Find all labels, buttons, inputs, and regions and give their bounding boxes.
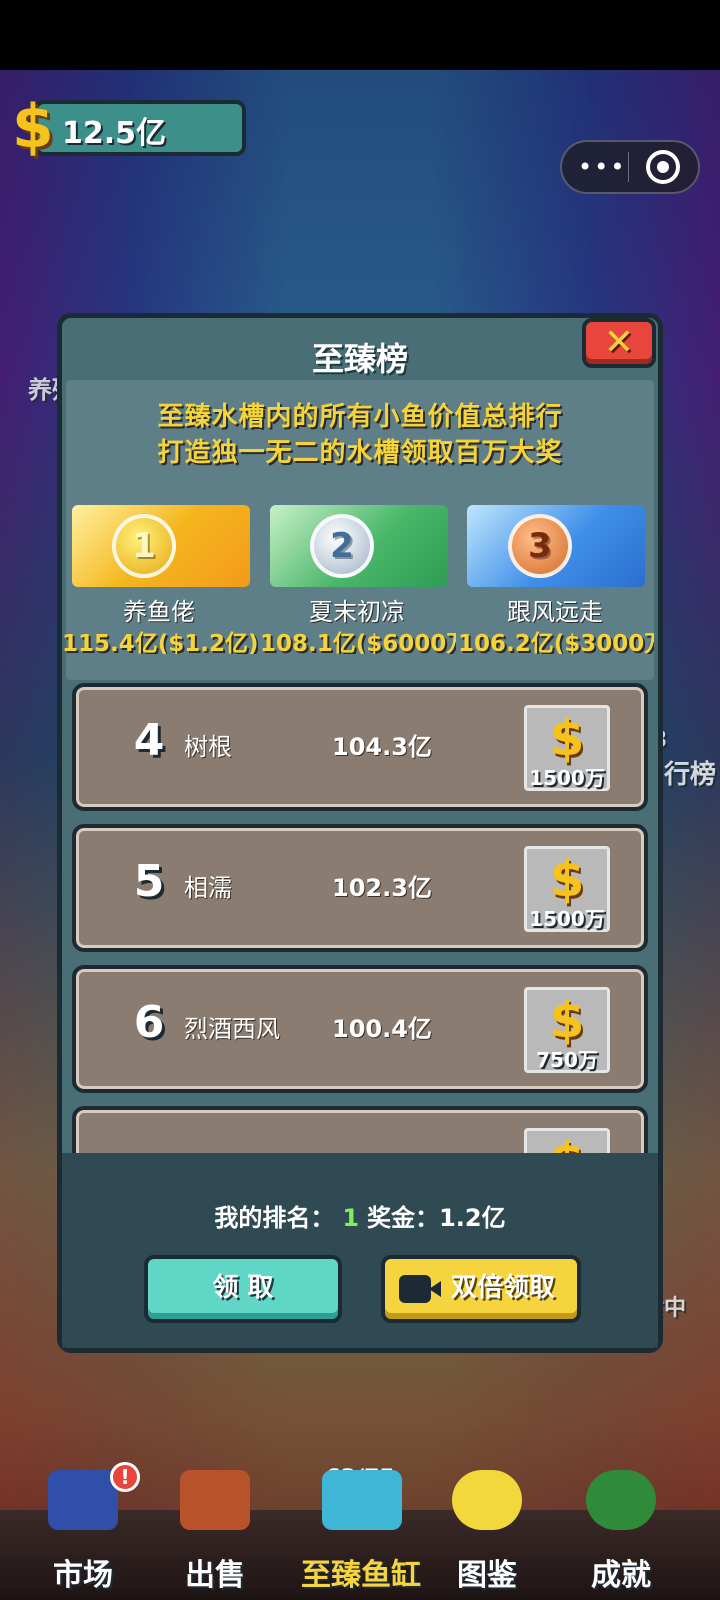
silver-medal-icon: 2: [310, 514, 374, 578]
reward-amount: 750万: [536, 1048, 598, 1072]
more-options-icon[interactable]: •••: [578, 150, 624, 184]
rank-2-name: 夏末初凉: [309, 598, 405, 626]
rank-3-value: 106.2亿($3000万): [458, 631, 654, 654]
row-value: 100.4亿: [332, 1015, 432, 1043]
treasure-chest-icon: [180, 1470, 250, 1530]
exit-miniprogram-icon[interactable]: [646, 150, 680, 184]
panel-title: 至臻榜: [311, 340, 408, 378]
row-rank: 5: [133, 856, 165, 907]
nav-market[interactable]: 市场: [18, 1470, 148, 1600]
close-button[interactable]: ✕: [582, 318, 656, 368]
money-value: 12.5亿: [62, 116, 167, 151]
row-rank: 6: [133, 997, 165, 1048]
status-bar: [0, 0, 720, 70]
list-item: 4 树根 104.3亿 $ 1500万: [72, 683, 648, 811]
prize-label: 奖金：: [367, 1204, 440, 1232]
nav-sell[interactable]: 出售: [150, 1470, 280, 1600]
reward-amount: 1500万: [529, 766, 605, 790]
row-player-name: 树根: [184, 733, 232, 761]
bronze-medal-icon: 3: [508, 514, 572, 578]
claim-button[interactable]: 领 取: [144, 1255, 342, 1323]
list-item: 5 相濡 102.3亿 $ 1500万: [72, 824, 648, 952]
video-camera-icon: [399, 1275, 441, 1303]
gold-medal-icon: 1: [112, 514, 176, 578]
capsule-divider: [628, 152, 629, 182]
dollar-coin-icon: $: [549, 709, 585, 767]
subtitle-line-2: 打造独一无二的水槽领取百万大奖: [157, 438, 563, 468]
reward-box: $: [524, 1128, 610, 1153]
prize-value: 1.2亿: [439, 1204, 506, 1232]
nav-achievements[interactable]: 成就: [556, 1470, 686, 1600]
nav-encyclopedia-label: 图鉴: [457, 1558, 517, 1593]
close-icon: ✕: [603, 322, 635, 363]
double-claim-button[interactable]: 双倍领取: [381, 1255, 581, 1323]
dollar-coin-icon: $: [527, 1131, 607, 1153]
reward-box: $ 1500万: [524, 705, 610, 791]
nav-premium-tank-label: 至臻鱼缸: [301, 1558, 421, 1593]
reward-box: $ 1500万: [524, 846, 610, 932]
double-claim-label: 双倍领取: [450, 1273, 555, 1303]
list-item-partial: $: [72, 1106, 648, 1153]
reward-box: $ 750万: [524, 987, 610, 1073]
my-rank-line: 我的排名： 1 奖金：1.2亿: [62, 1198, 658, 1233]
alert-badge-icon: !: [110, 1462, 140, 1492]
nav-premium-tank[interactable]: 至臻鱼缸: [286, 1470, 436, 1600]
bg-right-label: 行榜: [664, 760, 717, 790]
nav-encyclopedia[interactable]: 图鉴: [422, 1470, 552, 1600]
rank-1-value: 115.4亿($1.2亿): [62, 631, 258, 654]
nav-sell-label: 出售: [185, 1558, 245, 1593]
list-item: 6 烈酒西风 100.4亿 $ 750万: [72, 965, 648, 1093]
ranking-list[interactable]: 4 树根 104.3亿 $ 1500万 5 相濡 102.3亿 $ 1500万 …: [62, 683, 658, 1153]
my-rank-label: 我的排名：: [214, 1204, 335, 1232]
nav-market-label: 市场: [53, 1558, 113, 1593]
fish-encyclopedia-icon: [452, 1470, 522, 1530]
my-rank-value: 1: [342, 1204, 360, 1232]
bonsai-tree-icon: [586, 1470, 656, 1530]
row-rank: 4: [133, 715, 165, 766]
dollar-coin-icon: $: [549, 991, 585, 1049]
nav-achievements-label: 成就: [591, 1558, 651, 1593]
row-player-name: 相濡: [184, 874, 232, 902]
dollar-coin-icon: $: [549, 850, 585, 908]
subtitle-line-1: 至臻水槽内的所有小鱼价值总排行: [157, 402, 563, 432]
rank-1-name: 养鱼佬: [123, 598, 195, 626]
rank-3-name: 跟风远走: [507, 598, 603, 626]
rank-2-value: 108.1亿($6000万): [260, 631, 456, 654]
reward-amount: 1500万: [529, 907, 605, 931]
dollar-coin-icon: $: [12, 92, 54, 162]
pagoda-icon: [48, 1470, 118, 1530]
row-player-name: 烈酒西风: [184, 1015, 280, 1043]
row-value: 102.3亿: [332, 874, 432, 902]
fish-tank-icon: [322, 1470, 402, 1530]
row-value: 104.3亿: [332, 733, 432, 761]
